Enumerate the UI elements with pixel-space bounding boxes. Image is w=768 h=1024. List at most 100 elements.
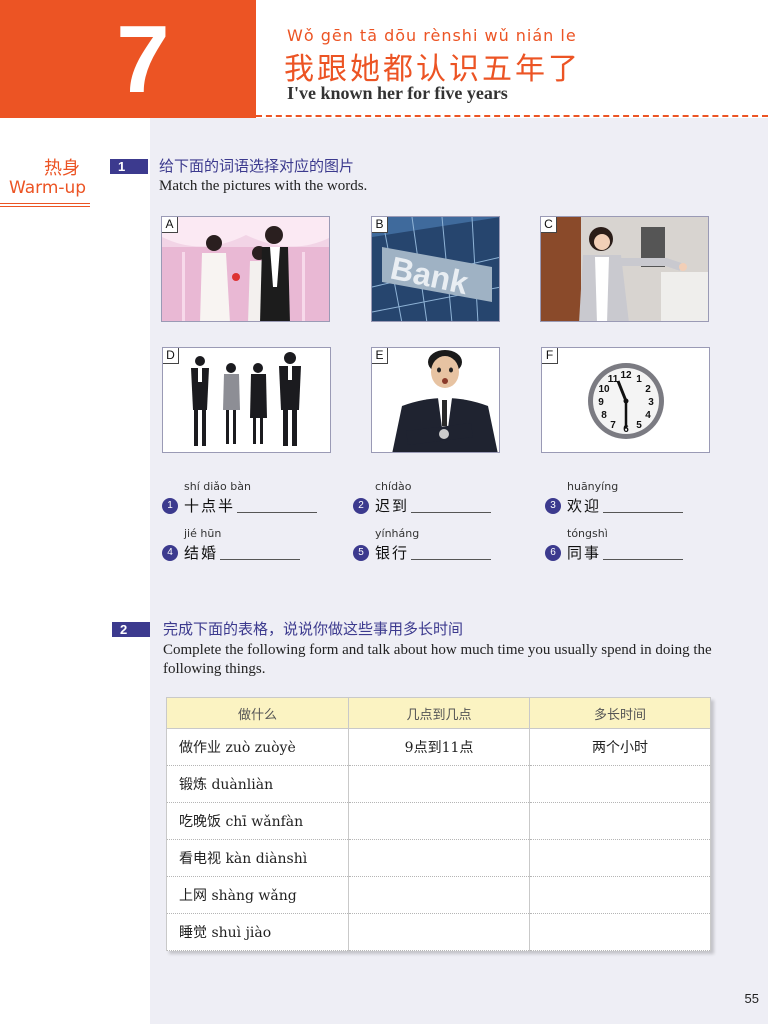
- from-to-cell[interactable]: [348, 839, 531, 877]
- duration-cell[interactable]: 两个小时: [529, 728, 711, 766]
- answer-blank[interactable]: [411, 545, 492, 560]
- duration-cell[interactable]: [529, 765, 711, 803]
- table-row: 睡觉 shuì jiào: [165, 913, 711, 951]
- column-header: 做什么: [165, 697, 350, 729]
- table-header-row: 做什么 几点到几点 多长时间: [165, 697, 711, 729]
- picture-b[interactable]: B Bank: [371, 216, 500, 322]
- picture-letter: E: [372, 348, 388, 364]
- word-number: 4: [162, 544, 178, 561]
- section-2-title: 完成下面的表格，说说你做这些事用多长时间: [163, 620, 464, 638]
- table-row: 看电视 kàn diànshì: [165, 839, 711, 877]
- activity-cell: 做作业 zuò zuòyè: [165, 728, 350, 766]
- from-to-cell[interactable]: 9点到11点: [348, 728, 531, 766]
- colleagues-group-icon: [163, 348, 330, 452]
- word-pinyin: tóngshì: [567, 527, 608, 540]
- word-item-6: tóngshì 6 同事: [545, 527, 684, 563]
- from-to-cell[interactable]: [348, 876, 531, 914]
- word-pinyin: jié hūn: [184, 527, 222, 540]
- column-header: 几点到几点: [348, 697, 531, 729]
- bank-building-icon: Bank: [372, 217, 499, 321]
- answer-blank[interactable]: [237, 498, 318, 513]
- picture-letter: C: [541, 217, 557, 233]
- section-1-number: 1: [110, 159, 148, 174]
- clock-number: 4: [645, 410, 651, 421]
- activity-cell: 上网 shàng wǎng: [165, 876, 350, 914]
- table-row: 锻炼 duànliàn: [165, 765, 711, 803]
- word-pinyin: chídào: [375, 480, 412, 493]
- page-number: 55: [744, 991, 759, 1006]
- clock-number: 8: [601, 410, 607, 421]
- section-2-number: 2: [112, 622, 150, 637]
- picture-c[interactable]: C: [540, 216, 709, 322]
- word-item-3: huānyíng 3 欢迎: [545, 480, 684, 516]
- lesson-title-chinese: 我跟她都认识五年了: [284, 52, 581, 87]
- duration-cell[interactable]: [529, 913, 711, 951]
- activity-cell: 睡觉 shuì jiào: [165, 913, 350, 951]
- section-1-title: 给下面的词语选择对应的图片: [159, 157, 355, 175]
- warmup-label-chinese: 热身: [44, 158, 80, 179]
- word-pinyin: yínháng: [375, 527, 420, 540]
- picture-letter: F: [542, 348, 558, 364]
- wall-clock-icon: 12 1 2 3 4 5 6 7 8 9 10 11: [542, 348, 709, 452]
- word-chinese: 银行: [375, 544, 410, 562]
- word-pinyin: shí diǎo bàn: [184, 480, 251, 493]
- clock-number: 12: [620, 370, 632, 381]
- word-number: 2: [353, 497, 369, 514]
- lesson-title-pinyin: Wǒ gēn tā dōu rènshi wǔ nián le: [287, 26, 577, 45]
- picture-letter: D: [163, 348, 179, 364]
- word-number: 5: [353, 544, 369, 561]
- word-number: 3: [545, 497, 561, 514]
- word-number: 1: [162, 497, 178, 514]
- warmup-underline: [0, 203, 90, 207]
- picture-letter: A: [162, 217, 178, 233]
- table-row: 做作业 zuò zuòyè 9点到11点 两个小时: [165, 728, 711, 766]
- section-2-instruction: Complete the following form and talk abo…: [163, 642, 712, 677]
- duration-cell[interactable]: [529, 876, 711, 914]
- word-item-5: yínháng 5 银行: [353, 527, 492, 563]
- from-to-cell[interactable]: [348, 765, 531, 803]
- from-to-cell[interactable]: [348, 913, 531, 951]
- woman-welcoming-icon: [541, 217, 708, 321]
- lesson-title-english: I've known her for five years: [287, 83, 508, 103]
- clock-number: 2: [645, 384, 651, 395]
- duration-cell[interactable]: [529, 839, 711, 877]
- word-chinese: 十点半: [184, 497, 236, 515]
- time-form-table: 做什么 几点到几点 多长时间 做作业 zuò zuòyè 9点到11点 两个小时…: [165, 697, 711, 951]
- lesson-number: 7: [116, 6, 170, 113]
- word-chinese: 同事: [567, 544, 602, 562]
- wedding-photo-icon: [162, 217, 329, 321]
- answer-blank[interactable]: [603, 545, 684, 560]
- picture-a[interactable]: A: [161, 216, 330, 322]
- activity-cell: 锻炼 duànliàn: [165, 765, 350, 803]
- clock-number: 11: [608, 374, 619, 385]
- picture-d[interactable]: D: [162, 347, 331, 453]
- clock-number: 3: [648, 397, 654, 408]
- answer-blank[interactable]: [411, 498, 492, 513]
- word-number: 6: [545, 544, 561, 561]
- clock-number: 9: [598, 397, 604, 408]
- man-checking-watch-icon: [372, 348, 499, 452]
- clock-number: 1: [636, 374, 642, 385]
- clock-number: 7: [610, 420, 616, 431]
- duration-cell[interactable]: [529, 802, 711, 840]
- word-chinese: 迟到: [375, 497, 410, 515]
- word-pinyin: huānyíng: [567, 480, 619, 493]
- picture-e[interactable]: E: [371, 347, 500, 453]
- word-item-2: chídào 2 迟到: [353, 480, 492, 516]
- from-to-cell[interactable]: [348, 802, 531, 840]
- activity-cell: 吃晚饭 chī wǎnfàn: [165, 802, 350, 840]
- clock-number: 10: [598, 384, 610, 395]
- word-chinese: 欢迎: [567, 497, 602, 515]
- word-item-1: shí diǎo bàn 1 十点半: [162, 480, 318, 516]
- answer-blank[interactable]: [220, 545, 301, 560]
- word-chinese: 结婚: [184, 544, 219, 562]
- section-1-instruction: Match the pictures with the words.: [159, 178, 368, 194]
- picture-f[interactable]: F 12 1 2 3 4 5 6 7 8 9 10 11: [541, 347, 710, 453]
- title-divider: [256, 115, 768, 117]
- table-row: 吃晚饭 chī wǎnfàn: [165, 802, 711, 840]
- answer-blank[interactable]: [603, 498, 684, 513]
- warmup-label-english: Warm-up: [9, 178, 87, 198]
- table-row: 上网 shàng wǎng: [165, 876, 711, 914]
- activity-cell: 看电视 kàn diànshì: [165, 839, 350, 877]
- clock-number: 5: [636, 420, 642, 431]
